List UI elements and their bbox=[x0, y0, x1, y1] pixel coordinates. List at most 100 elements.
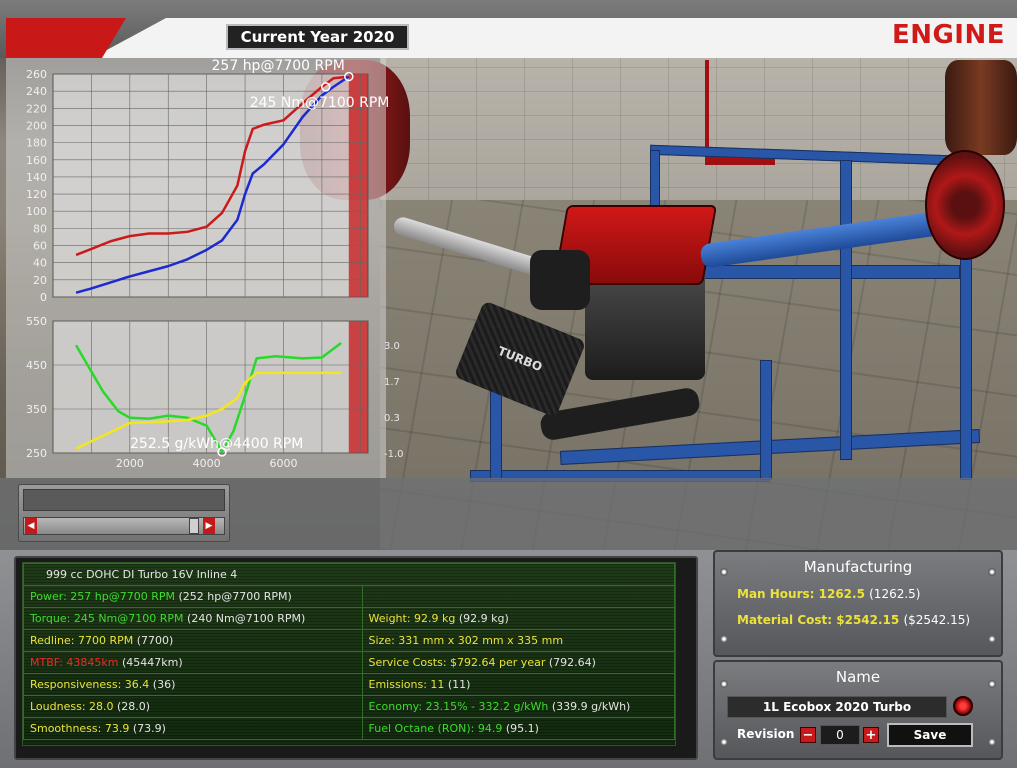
stat-reference: (92.9 kg) bbox=[455, 612, 509, 625]
y-tick-label: 120 bbox=[26, 188, 47, 201]
y-tick-label: 200 bbox=[26, 119, 47, 132]
revision-increment-button[interactable]: + bbox=[863, 727, 879, 743]
dyno-flywheel bbox=[925, 150, 1005, 260]
engine-description: 999 cc DOHC DI Turbo 16V Inline 4 bbox=[23, 563, 675, 586]
material-cost-value: Material Cost: $2542.15 bbox=[737, 613, 900, 627]
save-button[interactable]: Save bbox=[887, 723, 973, 747]
dyno-chart-panel: 260 240 220 200 180 160 140 120 100 80 60 40 20 0 257 … bbox=[6, 58, 404, 478]
screw-icon bbox=[988, 635, 996, 643]
stats-row: Loudness: 28.0 (28.0) Economy: 23.15% - 3… bbox=[23, 695, 676, 718]
stat-value: Service Costs: $792.64 per year bbox=[368, 656, 546, 669]
current-year-display: Current Year 2020 bbox=[226, 24, 409, 50]
frame-post bbox=[760, 360, 772, 480]
stat-value: Fuel Octane (RON): 94.9 bbox=[368, 722, 503, 735]
stat-reference: (28.0) bbox=[113, 700, 151, 713]
x-tick-label: 4000 bbox=[193, 457, 221, 470]
screw-icon bbox=[720, 635, 728, 643]
y-tick-label: 20 bbox=[33, 274, 47, 287]
stat-cell-right: Emissions: 11 (11) bbox=[361, 673, 676, 696]
x-tick-label: 2000 bbox=[116, 457, 144, 470]
intake-pipe bbox=[530, 250, 590, 310]
annotation-label: 252.5 g/kWh@4400 RPM bbox=[130, 436, 303, 452]
stat-cell-left: Redline: 7700 RPM (7700) bbox=[23, 629, 363, 652]
engine-title-row: 999 cc DOHC DI Turbo 16V Inline 4 bbox=[23, 563, 675, 586]
frame-rail bbox=[700, 265, 960, 279]
stat-cell-right: Fuel Octane (RON): 94.9 (95.1) bbox=[361, 717, 676, 740]
stat-cell-left: Responsiveness: 36.4 (36) bbox=[23, 673, 363, 696]
top-bar bbox=[0, 0, 1017, 58]
slider-left-arrow-icon[interactable]: ◀ bbox=[25, 518, 37, 534]
stats-row: Power: 257 hp@7700 RPM (252 hp@7700 RPM) bbox=[23, 585, 676, 608]
stat-reference: (240 Nm@7100 RPM) bbox=[183, 612, 306, 625]
part-slider-widget: ◀ ▶ bbox=[18, 484, 230, 542]
manufacturing-panel: Manufacturing Man Hours: 1262.5 (1262.5)… bbox=[713, 550, 1003, 657]
y-tick-label: 60 bbox=[33, 240, 47, 253]
slider-header bbox=[23, 489, 225, 511]
slider-right-arrow-icon[interactable]: ▶ bbox=[203, 518, 215, 534]
man-hours-value: Man Hours: 1262.5 bbox=[737, 587, 865, 601]
y-tick-label: 80 bbox=[33, 222, 47, 235]
stat-value: Torque: 245 Nm@7100 RPM bbox=[30, 612, 184, 625]
y-tick-label: 450 bbox=[26, 359, 47, 372]
stat-cell-left: Torque: 245 Nm@7100 RPM (240 Nm@7100 RPM… bbox=[23, 607, 363, 630]
stat-cell-right: Economy: 23.15% - 332.2 g/kWh (339.9 g/k… bbox=[361, 695, 676, 718]
screw-icon bbox=[720, 738, 728, 746]
stat-value: Size: 331 mm x 302 mm x 335 mm bbox=[368, 634, 564, 647]
revision-value: 0 bbox=[820, 725, 860, 745]
revision-decrement-button[interactable]: − bbox=[800, 727, 816, 743]
stat-reference: (252 hp@7700 RPM) bbox=[174, 590, 292, 603]
material-cost-reference: ($2542.15) bbox=[903, 613, 971, 627]
y-tick-label: 100 bbox=[26, 205, 47, 218]
stats-row: MTBF: 43845km (45447km) Service Costs: $7… bbox=[23, 651, 676, 674]
right-tick-label: -1.0 bbox=[384, 449, 404, 460]
stats-row: Smoothness: 73.9 (73.9) Fuel Octane (RON)… bbox=[23, 717, 676, 740]
stats-row: Torque: 245 Nm@7100 RPM (240 Nm@7100 RPM… bbox=[23, 607, 676, 630]
stat-reference: (7700) bbox=[133, 634, 174, 647]
screw-icon bbox=[988, 680, 996, 688]
stat-reference: (95.1) bbox=[502, 722, 539, 735]
stat-value: Power: 257 hp@7700 RPM bbox=[30, 590, 175, 603]
stats-row: Responsiveness: 36.4 (36) Emissions: 11 (… bbox=[23, 673, 676, 696]
stat-value: MTBF: 43845km bbox=[30, 656, 119, 669]
y-tick-label: 180 bbox=[26, 137, 47, 150]
screw-icon bbox=[988, 568, 996, 576]
stat-reference: (792.64) bbox=[545, 656, 596, 669]
stat-reference: (73.9) bbox=[129, 722, 166, 735]
stats-grid: 999 cc DOHC DI Turbo 16V Inline 4 Power:… bbox=[23, 563, 676, 740]
dyno-charts: 260240220200180160140120100806040200257 … bbox=[26, 58, 404, 470]
stat-value: Redline: 7700 RPM bbox=[30, 634, 134, 647]
stat-cell-right bbox=[361, 585, 676, 608]
y-tick-label: 40 bbox=[33, 257, 47, 270]
y-tick-label: 140 bbox=[26, 171, 47, 184]
stats-row: Redline: 7700 RPM (7700) Size: 331 mm x 3… bbox=[23, 629, 676, 652]
stat-value: Weight: 92.9 kg bbox=[368, 612, 456, 625]
y-tick-label: 250 bbox=[26, 447, 47, 460]
engine-block bbox=[585, 270, 705, 380]
stat-value: Loudness: 28.0 bbox=[30, 700, 114, 713]
frame-post bbox=[840, 160, 852, 460]
stat-value: Responsiveness: 36.4 bbox=[30, 678, 150, 691]
stat-value: Smoothness: 73.9 bbox=[30, 722, 130, 735]
stat-reference: (45447km) bbox=[118, 656, 183, 669]
oil-drum bbox=[945, 60, 1017, 155]
stat-reference: (36) bbox=[149, 678, 176, 691]
man-hours-line: Man Hours: 1262.5 (1262.5) bbox=[737, 587, 920, 601]
engine-name-value: 1L Ecobox 2020 Turbo bbox=[762, 700, 912, 714]
y-tick-label: 0 bbox=[40, 291, 47, 304]
annotation-label: 257 hp@7700 RPM bbox=[212, 58, 345, 74]
rename-button[interactable] bbox=[953, 696, 973, 716]
engine-name-field[interactable]: 1L Ecobox 2020 Turbo bbox=[727, 696, 947, 718]
screw-icon bbox=[720, 568, 728, 576]
screw-icon bbox=[720, 680, 728, 688]
current-year-label: Current Year 2020 bbox=[240, 28, 395, 46]
stat-cell-right: Service Costs: $792.64 per year (792.64) bbox=[361, 651, 676, 674]
stat-cell-right: Size: 331 mm x 302 mm x 335 mm bbox=[361, 629, 676, 652]
name-title: Name bbox=[835, 668, 881, 686]
slider-handle[interactable] bbox=[189, 518, 199, 534]
stat-reference: (339.9 g/kWh) bbox=[548, 700, 631, 713]
stat-cell-left: MTBF: 43845km (45447km) bbox=[23, 651, 363, 674]
stat-value: Emissions: 11 bbox=[368, 678, 445, 691]
screw-icon bbox=[988, 738, 996, 746]
man-hours-reference: (1262.5) bbox=[869, 587, 921, 601]
right-tick-label: 1.7 bbox=[384, 377, 400, 388]
